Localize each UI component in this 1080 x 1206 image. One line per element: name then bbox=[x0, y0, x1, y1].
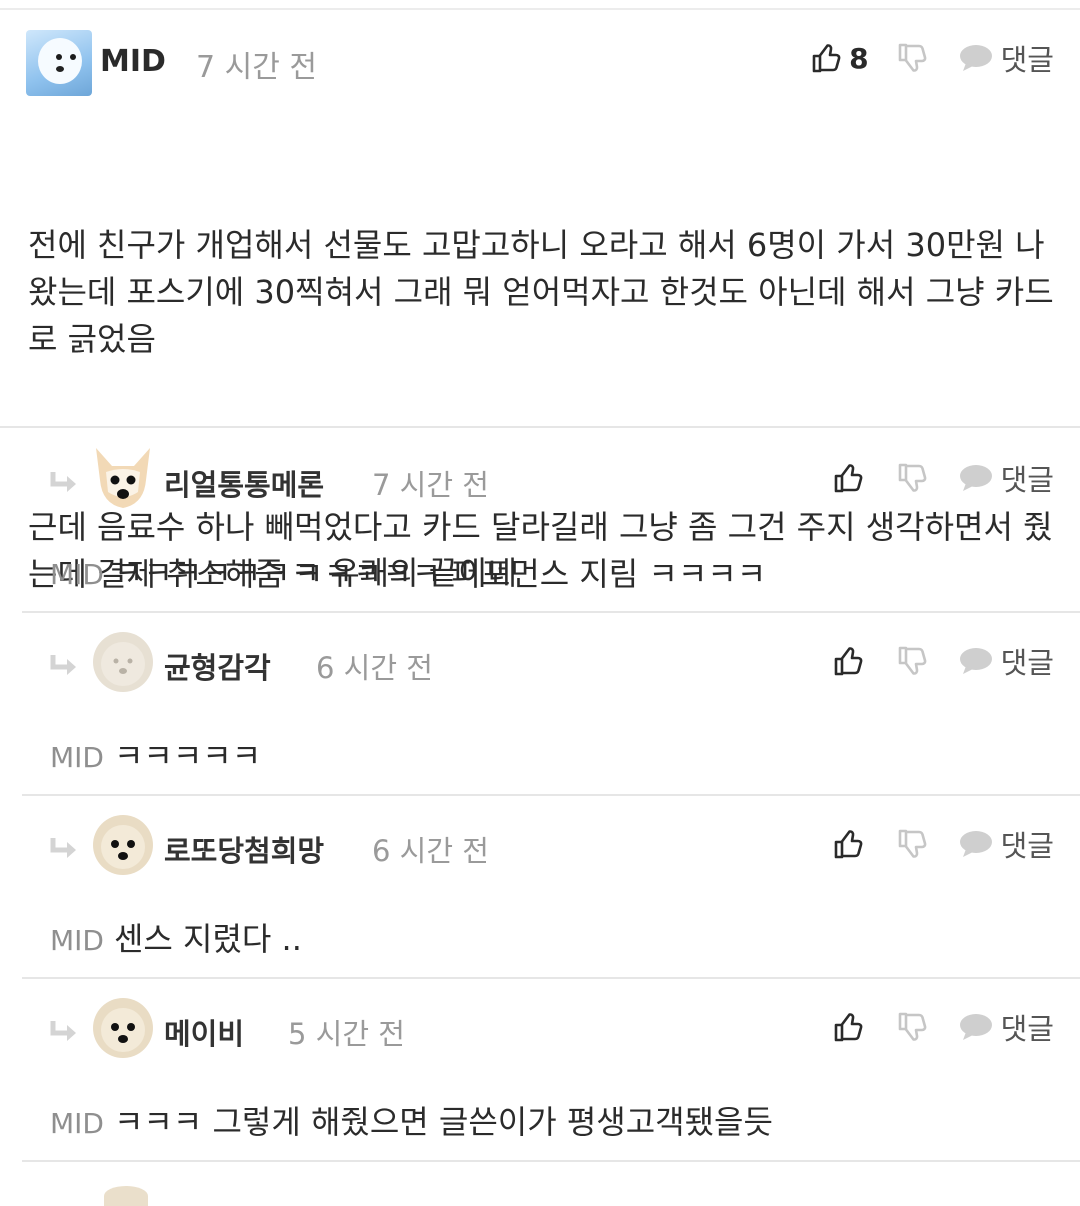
like-button[interactable] bbox=[833, 645, 863, 677]
avatar[interactable] bbox=[92, 631, 154, 693]
reply-label: 댓글 bbox=[1000, 646, 1054, 680]
thumbs-down-icon bbox=[898, 1012, 927, 1041]
dislike-button[interactable] bbox=[897, 462, 927, 494]
reply-author[interactable]: 균형감각 bbox=[164, 645, 271, 687]
avatar[interactable] bbox=[92, 446, 154, 508]
dislike-button[interactable] bbox=[897, 828, 927, 860]
thumbs-down-icon bbox=[898, 646, 927, 675]
thumbs-up-icon bbox=[834, 830, 863, 859]
reply-button[interactable]: 댓글 bbox=[959, 640, 1054, 682]
thumbs-up-icon bbox=[834, 464, 863, 493]
avatar[interactable] bbox=[26, 30, 92, 96]
like-button[interactable] bbox=[833, 462, 863, 494]
like-button[interactable]: 8 bbox=[811, 41, 869, 75]
reply-button[interactable]: 댓글 bbox=[959, 457, 1054, 499]
reply-body: MID ㅋㅋㅋㅋㅋㅋㅋ 유쾌의 끝이네 bbox=[50, 548, 517, 594]
reply-label: 댓글 bbox=[1000, 43, 1054, 77]
reply-time: 6 시간 전 bbox=[372, 834, 489, 868]
reply-item: 로또당첨희망 6 시간 전 댓글 MID 센스 지렸다 .. bbox=[22, 794, 1080, 976]
reply-mention[interactable]: MID bbox=[50, 558, 104, 591]
comment-time: 7 시간 전 bbox=[196, 50, 317, 85]
reply-label: 댓글 bbox=[1000, 1012, 1054, 1046]
divider bbox=[22, 794, 1080, 796]
speech-bubble-icon bbox=[959, 648, 992, 674]
thumbs-down-icon bbox=[898, 43, 927, 72]
speech-bubble-icon bbox=[959, 45, 992, 71]
reply-actions: 댓글 bbox=[815, 1007, 1054, 1047]
thumbs-up-icon bbox=[834, 1013, 863, 1042]
comment-paragraph: 전에 친구가 개업해서 선물도 고맙고하니 오라고 해서 6명이 가서 30만원… bbox=[28, 226, 1054, 358]
reply-text: 센스 지렸다 .. bbox=[113, 920, 302, 958]
like-count: 8 bbox=[849, 41, 869, 75]
divider bbox=[22, 1160, 1080, 1162]
like-button[interactable] bbox=[833, 828, 863, 860]
reply-text: ㅋㅋㅋㅋㅋ bbox=[113, 737, 262, 775]
reply-text: ㅋㅋㅋ 그렇게 해줬으면 글쓴이가 평생고객됐을듯 bbox=[113, 1103, 773, 1141]
avatar[interactable] bbox=[92, 997, 154, 1059]
thumbs-up-icon bbox=[834, 647, 863, 676]
divider bbox=[22, 611, 1080, 613]
reply-time: 5 시간 전 bbox=[288, 1017, 405, 1051]
speech-bubble-icon bbox=[959, 465, 992, 491]
reply-label: 댓글 bbox=[1000, 463, 1054, 497]
dislike-button[interactable] bbox=[897, 645, 927, 677]
like-button[interactable] bbox=[833, 1011, 863, 1043]
comment-actions: 8 댓글 bbox=[793, 38, 1054, 78]
reply-body: MID ㅋㅋㅋ 그렇게 해줬으면 글쓴이가 평생고객됐을듯 bbox=[50, 1097, 773, 1143]
reply-item: 균형감각 6 시간 전 댓글 MID ㅋㅋㅋㅋㅋ bbox=[22, 611, 1080, 793]
dislike-button[interactable] bbox=[897, 42, 927, 74]
reply-author[interactable]: 로또당첨희망 bbox=[164, 828, 324, 870]
divider bbox=[22, 977, 1080, 979]
reply-button[interactable]: 댓글 bbox=[959, 1006, 1054, 1048]
reply-item: 메이비 5 시간 전 댓글 MID ㅋㅋㅋ 그렇게 해줬으면 글쓴이가 평생고객됐… bbox=[22, 977, 1080, 1159]
reply-body: MID ㅋㅋㅋㅋㅋ bbox=[50, 731, 261, 777]
reply-mention[interactable]: MID bbox=[50, 1107, 104, 1140]
reply-time: 6 시간 전 bbox=[316, 651, 433, 685]
dislike-button[interactable] bbox=[897, 1011, 927, 1043]
speech-bubble-icon bbox=[959, 1014, 992, 1040]
reply-author[interactable]: 리얼통통메론 bbox=[164, 462, 324, 504]
reply-actions: 댓글 bbox=[815, 824, 1054, 864]
main-comment: MID 7 시간 전 8 댓글 전에 친구가 개업해서 선물도 고맙고하니 오라… bbox=[0, 10, 1080, 593]
reply-arrow-icon bbox=[50, 472, 76, 492]
reply-body: MID 센스 지렸다 .. bbox=[50, 914, 302, 960]
reply-author[interactable]: 메이비 bbox=[164, 1011, 244, 1053]
reply-arrow-icon bbox=[50, 1021, 76, 1041]
reply-mention[interactable]: MID bbox=[50, 741, 104, 774]
reply-text: ㅋㅋㅋㅋㅋㅋㅋ 유쾌의 끝이네 bbox=[113, 554, 518, 592]
reply-arrow-icon bbox=[50, 655, 76, 675]
thumbs-up-icon bbox=[812, 44, 841, 73]
reply-arrow-icon bbox=[50, 838, 76, 858]
reply-actions: 댓글 bbox=[815, 458, 1054, 498]
reply-actions: 댓글 bbox=[815, 641, 1054, 681]
speech-bubble-icon bbox=[959, 831, 992, 857]
reply-mention[interactable]: MID bbox=[50, 924, 104, 957]
thumbs-down-icon bbox=[898, 829, 927, 858]
avatar[interactable] bbox=[104, 1186, 148, 1206]
reply-item: 리얼통통메론 7 시간 전 댓글 MID ㅋㅋㅋㅋㅋㅋㅋ 유쾌의 끝이네 bbox=[22, 428, 1080, 610]
reply-label: 댓글 bbox=[1000, 829, 1054, 863]
reply-time: 7 시간 전 bbox=[372, 468, 489, 502]
comment-author[interactable]: MID bbox=[100, 44, 166, 79]
reply-button[interactable]: 댓글 bbox=[959, 37, 1054, 79]
reply-button[interactable]: 댓글 bbox=[959, 823, 1054, 865]
thumbs-down-icon bbox=[898, 463, 927, 492]
avatar[interactable] bbox=[92, 814, 154, 876]
